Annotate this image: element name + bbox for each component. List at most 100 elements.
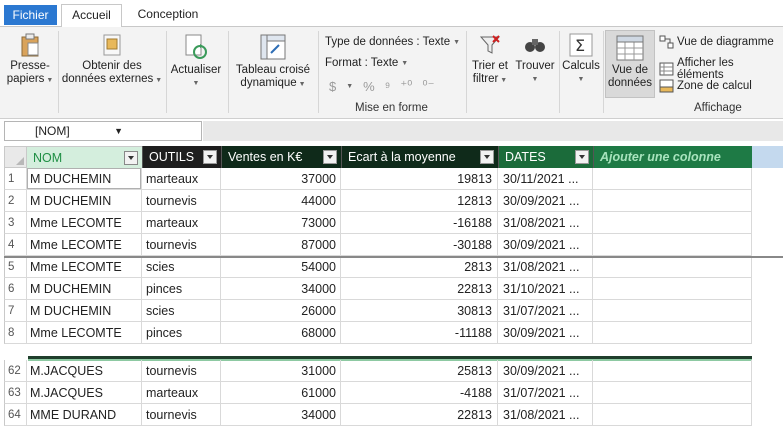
cell-ecart[interactable]: -4188 xyxy=(341,382,498,404)
currency-icon[interactable]: $ xyxy=(329,79,336,94)
column-header-ecart[interactable]: Ecart à la moyenne xyxy=(341,146,498,168)
cell-ecart[interactable]: 19813 xyxy=(341,168,498,190)
cell-add-column[interactable] xyxy=(593,234,752,256)
select-all-corner[interactable] xyxy=(4,146,27,168)
row-number[interactable]: 62 xyxy=(4,360,27,382)
find-button[interactable]: Trouver ▼ xyxy=(513,33,557,86)
cell-ventes[interactable]: 54000 xyxy=(221,256,341,278)
tab-home[interactable]: Accueil xyxy=(61,4,122,28)
row-number[interactable]: 1 xyxy=(4,168,27,190)
cell-nom[interactable]: MME DURAND xyxy=(27,404,142,426)
name-box[interactable]: [NOM] ▼ xyxy=(4,121,202,141)
cell-outils[interactable]: scies xyxy=(142,256,221,278)
filter-dropdown-icon[interactable] xyxy=(575,150,589,164)
sort-filter-button[interactable]: Trier et filtrer ▼ xyxy=(469,33,511,87)
cell-add-column[interactable] xyxy=(593,190,752,212)
cell-ventes[interactable]: 34000 xyxy=(221,278,341,300)
cell-dates[interactable]: 31/07/2021 ... xyxy=(498,300,593,322)
row-number[interactable]: 64 xyxy=(4,404,27,426)
percent-icon[interactable]: % xyxy=(363,79,375,94)
refresh-button[interactable]: Actualiser ▼ xyxy=(168,33,224,90)
cell-outils[interactable]: scies xyxy=(142,300,221,322)
cell-nom[interactable]: M.JACQUES xyxy=(27,360,142,382)
cell-ventes[interactable]: 26000 xyxy=(221,300,341,322)
row-number[interactable]: 63 xyxy=(4,382,27,404)
row-number[interactable]: 4 xyxy=(4,234,27,256)
cell-add-column[interactable] xyxy=(593,256,752,278)
cell-add-column[interactable] xyxy=(593,212,752,234)
data-view-button[interactable]: Vue de données xyxy=(605,30,655,98)
cell-ecart[interactable]: 12813 xyxy=(341,190,498,212)
calculations-button[interactable]: Σ Calculs ▼ xyxy=(561,33,601,86)
table-row[interactable]: 62 M.JACQUES tournevis 31000 25813 30/09/2021… xyxy=(4,360,783,382)
pivot-table-button[interactable]: Tableau croisé dynamique ▼ xyxy=(231,33,315,91)
cell-nom[interactable]: Mme LECOMTE xyxy=(27,212,142,234)
cell-outils[interactable]: marteaux xyxy=(142,382,221,404)
filter-dropdown-icon[interactable] xyxy=(480,150,494,164)
cell-add-column[interactable] xyxy=(593,278,752,300)
cell-nom[interactable]: Mme LECOMTE xyxy=(27,256,142,278)
add-column-header[interactable]: Ajouter une colonne xyxy=(593,146,752,168)
table-row[interactable]: 64 MME DURAND tournevis 34000 22813 31/08/202… xyxy=(4,404,783,426)
column-header-ventes[interactable]: Ventes en K€ xyxy=(221,146,341,168)
cell-nom[interactable]: M DUCHEMIN xyxy=(27,278,142,300)
clipboard-button[interactable]: Presse- papiers ▼ xyxy=(6,33,54,87)
column-header-dates[interactable]: DATES xyxy=(498,146,593,168)
row-number[interactable]: 8 xyxy=(4,322,27,344)
tab-design[interactable]: Conception xyxy=(128,4,208,27)
cell-add-column[interactable] xyxy=(593,360,752,382)
cell-add-column[interactable] xyxy=(593,322,752,344)
cell-outils[interactable]: marteaux xyxy=(142,168,221,190)
cell-add-column[interactable] xyxy=(593,404,752,426)
cell-outils[interactable]: marteaux xyxy=(142,212,221,234)
show-hidden-button[interactable]: Afficher les éléments xyxy=(659,57,783,81)
cell-ecart[interactable]: -11188 xyxy=(341,322,498,344)
cell-ventes[interactable]: 68000 xyxy=(221,322,341,344)
cell-outils[interactable]: pinces xyxy=(142,278,221,300)
cell-dates[interactable]: 30/09/2021 ... xyxy=(498,360,593,382)
table-row[interactable]: 8 Mme LECOMTE pinces 68000 -11188 30/09/2021 … xyxy=(4,322,783,344)
calculation-area-button[interactable]: Zone de calcul xyxy=(659,79,752,93)
diagram-view-button[interactable]: Vue de diagramme xyxy=(659,35,774,49)
cell-dates[interactable]: 30/11/2021 ... xyxy=(498,168,593,190)
data-type-dropdown[interactable]: Type de données : Texte ▼ xyxy=(325,36,460,48)
cell-dates[interactable]: 30/09/2021 ... xyxy=(498,322,593,344)
cell-ventes[interactable]: 87000 xyxy=(221,234,341,256)
cell-nom[interactable]: M DUCHEMIN xyxy=(27,190,142,212)
table-row[interactable]: 6M DUCHEMIN pinces 34000 22813 31/10/2021 ..… xyxy=(4,278,783,300)
filter-dropdown-icon[interactable] xyxy=(203,150,217,164)
cell-nom[interactable]: M.JACQUES xyxy=(27,382,142,404)
table-row[interactable]: 5 Mme LECOMTE scies 54000 2813 31/08/2021 ... xyxy=(4,256,783,278)
cell-add-column[interactable] xyxy=(593,168,752,190)
cell-ventes[interactable]: 37000 xyxy=(221,168,341,190)
cell-ecart[interactable]: 2813 xyxy=(341,256,498,278)
table-row[interactable]: 7M DUCHEMIN scies 26000 30813 31/07/2021 ... xyxy=(4,300,783,322)
cell-dates[interactable]: 31/08/2021 ... xyxy=(498,404,593,426)
cell-nom[interactable]: M DUCHEMIN xyxy=(27,300,142,322)
cell-ecart[interactable]: 25813 xyxy=(341,360,498,382)
cell-add-column[interactable] xyxy=(593,300,752,322)
cell-ecart[interactable]: -16188 xyxy=(341,212,498,234)
cell-dates[interactable]: 31/07/2021 ... xyxy=(498,382,593,404)
thousands-separator-icon[interactable]: ⁹ xyxy=(385,79,391,94)
table-row[interactable]: 4 Mme LECOMTE tournevis 87000 -30188 30/09/20… xyxy=(4,234,783,256)
filter-dropdown-icon[interactable] xyxy=(124,151,138,165)
cell-ecart[interactable]: 22813 xyxy=(341,404,498,426)
tab-file[interactable]: Fichier xyxy=(4,5,57,25)
table-row[interactable]: 63 M.JACQUES marteaux 61000 -4188 31/07/2021 … xyxy=(4,382,783,404)
get-external-data-button[interactable]: Obtenir des données externes ▼ xyxy=(61,33,163,87)
cell-ventes[interactable]: 44000 xyxy=(221,190,341,212)
format-dropdown[interactable]: Format : Texte ▼ xyxy=(325,57,408,69)
row-number[interactable]: 6 xyxy=(4,278,27,300)
increase-decimal-icon[interactable]: ⁺⁰ xyxy=(400,78,412,94)
cell-dates[interactable]: 30/09/2021 ... xyxy=(498,234,593,256)
table-row[interactable]: 2M DUCHEMIN tournevis 44000 12813 30/09/2021… xyxy=(4,190,783,212)
cell-add-column[interactable] xyxy=(593,382,752,404)
cell-dates[interactable]: 30/09/2021 ... xyxy=(498,190,593,212)
cell-ventes[interactable]: 31000 xyxy=(221,360,341,382)
cell-outils[interactable]: tournevis xyxy=(142,190,221,212)
cell-dates[interactable]: 31/08/2021 ... xyxy=(498,212,593,234)
cell-nom[interactable]: M DUCHEMIN xyxy=(27,168,142,190)
row-number[interactable]: 5 xyxy=(4,256,27,278)
cell-dates[interactable]: 31/08/2021 ... xyxy=(498,256,593,278)
